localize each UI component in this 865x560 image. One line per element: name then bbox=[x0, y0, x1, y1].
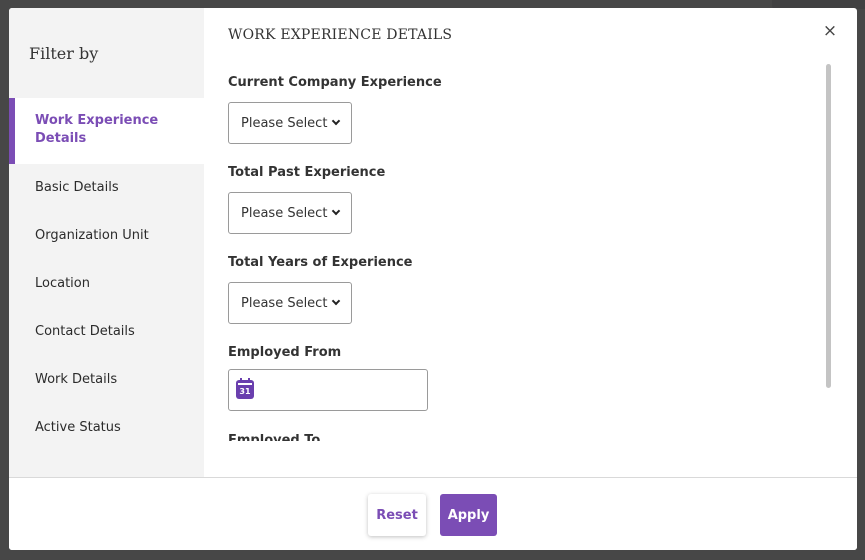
total-years-experience-label: Total Years of Experience bbox=[228, 255, 413, 270]
filter-modal: Filter by Work Experience Details Basic … bbox=[9, 8, 857, 550]
sidebar-item-work-details[interactable]: Work Details bbox=[9, 372, 204, 387]
select-value: Please Select bbox=[241, 295, 328, 311]
calendar-icon[interactable]: 31 bbox=[236, 378, 254, 399]
total-past-experience-label: Total Past Experience bbox=[228, 165, 386, 180]
employed-to-label: Employed To bbox=[228, 433, 321, 441]
total-past-experience-select[interactable]: Please Select bbox=[228, 192, 352, 234]
current-company-experience-select[interactable]: Please Select bbox=[228, 102, 352, 144]
current-company-experience-label: Current Company Experience bbox=[228, 75, 442, 90]
sidebar-item-label: Organization Unit bbox=[35, 228, 149, 243]
sidebar-item-label: Location bbox=[35, 276, 90, 291]
modal-footer: Reset Apply bbox=[9, 477, 857, 550]
calendar-day: 31 bbox=[239, 387, 251, 396]
sidebar-item-work-experience[interactable]: Work Experience Details bbox=[9, 98, 204, 164]
section-title: WORK EXPERIENCE DETAILS bbox=[228, 27, 453, 43]
sidebar-item-location[interactable]: Location bbox=[9, 276, 204, 291]
sidebar-item-basic-details[interactable]: Basic Details bbox=[9, 180, 204, 195]
sidebar-item-label: Basic Details bbox=[35, 180, 119, 195]
filter-sidebar: Filter by Work Experience Details Basic … bbox=[9, 8, 204, 477]
select-value: Please Select bbox=[241, 115, 328, 131]
employed-from-label: Employed From bbox=[228, 345, 342, 360]
reset-button[interactable]: Reset bbox=[368, 494, 426, 536]
chevron-down-icon bbox=[331, 296, 341, 306]
apply-button[interactable]: Apply bbox=[440, 494, 497, 536]
sidebar-item-contact-details[interactable]: Contact Details bbox=[9, 324, 204, 339]
chevron-down-icon bbox=[331, 116, 341, 126]
employed-from-date-input[interactable]: 31 bbox=[228, 369, 428, 411]
filter-content: WORK EXPERIENCE DETAILS Current Company … bbox=[204, 8, 857, 477]
sidebar-item-label: Work Details bbox=[35, 372, 118, 387]
select-value: Please Select bbox=[241, 205, 328, 221]
total-years-experience-select[interactable]: Please Select bbox=[228, 282, 352, 324]
sidebar-item-label: Contact Details bbox=[35, 324, 135, 339]
sidebar-item-organization-unit[interactable]: Organization Unit bbox=[9, 228, 204, 243]
sidebar-item-active-status[interactable]: Active Status bbox=[9, 420, 204, 435]
filter-title: Filter by bbox=[29, 44, 99, 63]
chevron-down-icon bbox=[331, 206, 341, 216]
content-scrollbar[interactable] bbox=[826, 64, 831, 388]
sidebar-item-label: Active Status bbox=[35, 420, 121, 435]
sidebar-item-label: Work Experience Details bbox=[35, 113, 159, 146]
close-icon[interactable]: × bbox=[822, 22, 838, 40]
